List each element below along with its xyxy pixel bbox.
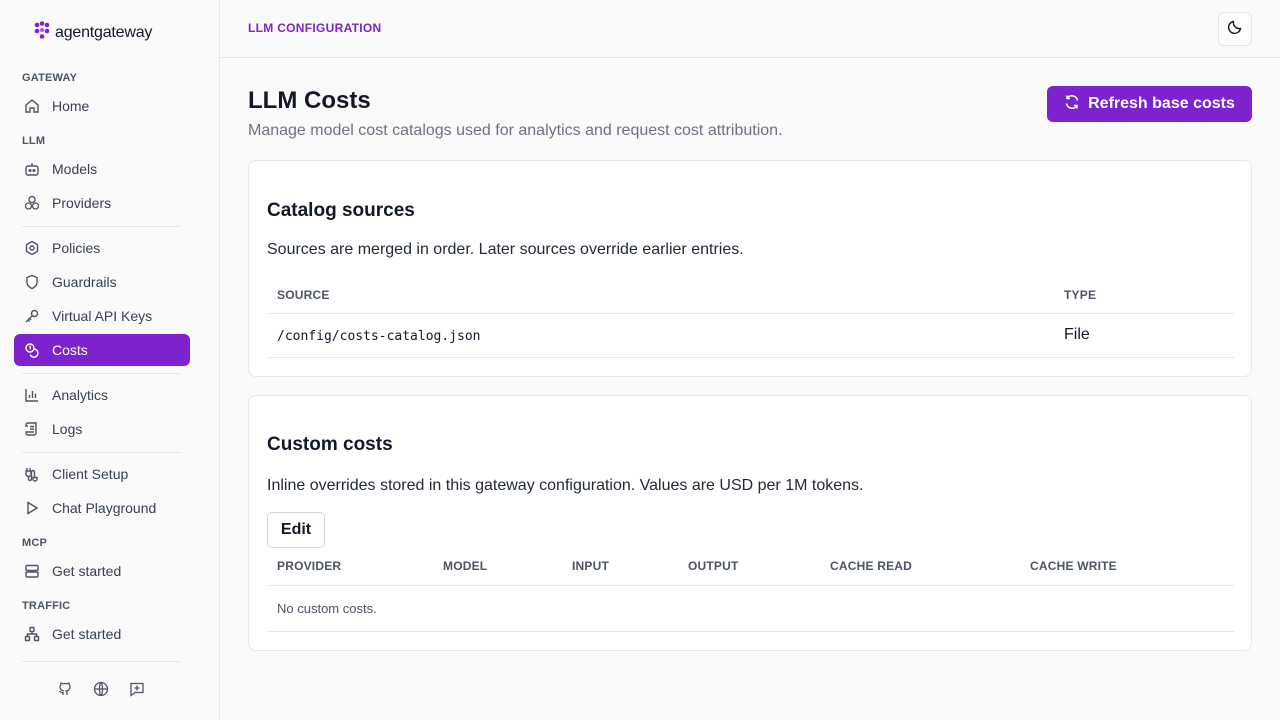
sidebar-item-client-setup[interactable]: Client Setup (14, 458, 190, 490)
server-icon (23, 562, 41, 580)
sidebar-item-label: Analytics (52, 387, 109, 403)
refresh-base-costs-button[interactable]: Refresh base costs (1047, 86, 1252, 122)
edit-button[interactable]: Edit (267, 512, 325, 548)
feedback-icon[interactable] (128, 680, 146, 698)
sidebar-item-label: Chat Playground (52, 500, 157, 516)
catalog-sources-title: Catalog sources (267, 200, 415, 221)
agentgateway-logo-icon (34, 21, 50, 44)
brand-logo[interactable]: agentgateway (34, 21, 152, 44)
column-header-model: MODEL (443, 559, 488, 573)
refresh-button-label: Refresh base costs (1088, 95, 1235, 112)
boxes-icon (23, 194, 41, 212)
source-type: File (1064, 326, 1090, 343)
sidebar-item-guardrails[interactable]: Guardrails (14, 266, 190, 298)
home-icon (23, 97, 41, 115)
theme-toggle-button[interactable] (1218, 12, 1252, 46)
top-bar: LLM CONFIGURATION (220, 0, 1280, 58)
section-label-gateway: GATEWAY (22, 72, 78, 84)
sidebar-item-label: Home (52, 98, 90, 114)
sidebar-divider (22, 452, 181, 453)
github-icon[interactable] (56, 680, 74, 698)
sidebar-divider (22, 661, 181, 662)
scroll-icon (23, 420, 41, 438)
empty-state-text: No custom costs. (277, 601, 377, 616)
sidebar-item-label: Providers (52, 195, 112, 211)
custom-costs-description: Inline overrides stored in this gateway … (267, 477, 864, 494)
table-divider (267, 631, 1234, 632)
sidebar-item-label: Logs (52, 421, 83, 437)
brand-name: agentgateway (55, 23, 153, 41)
sidebar-item-label: Guardrails (52, 274, 117, 290)
sidebar-item-label: Virtual API Keys (52, 308, 153, 324)
source-path: /config/costs-catalog.json (277, 329, 481, 344)
coins-icon (23, 341, 41, 359)
catalog-sources-description: Sources are merged in order. Later sourc… (267, 241, 744, 258)
cable-icon (23, 465, 41, 483)
policy-icon (23, 239, 41, 257)
custom-costs-card: Custom costs Inline overrides stored in … (248, 395, 1252, 651)
section-label-llm: LLM (22, 135, 46, 147)
key-icon (23, 307, 41, 325)
catalog-sources-card: Catalog sources Sources are merged in or… (248, 160, 1252, 377)
shield-icon (23, 273, 41, 291)
sidebar-item-chat-playground[interactable]: Chat Playground (14, 492, 190, 524)
custom-costs-title: Custom costs (267, 434, 393, 455)
page-title: LLM Costs (248, 87, 371, 114)
column-header-input: INPUT (572, 559, 609, 573)
sidebar-divider (22, 373, 181, 374)
sidebar-item-label: Policies (52, 240, 101, 256)
sidebar-item-analytics[interactable]: Analytics (14, 379, 190, 411)
sidebar-item-models[interactable]: Models (14, 153, 190, 185)
column-header-cache-write: CACHE WRITE (1030, 559, 1117, 573)
table-divider (267, 585, 1234, 586)
sidebar-item-logs[interactable]: Logs (14, 413, 190, 445)
sidebar-item-label: Get started (52, 563, 122, 579)
breadcrumb: LLM CONFIGURATION (248, 21, 382, 35)
sidebar-item-traffic-get-started[interactable]: Get started (14, 618, 190, 650)
refresh-icon (1064, 94, 1080, 115)
sidebar: agentgateway GATEWAY Home LLM Models Pro… (0, 0, 220, 720)
sidebar-divider (22, 226, 181, 227)
section-label-mcp: MCP (22, 537, 48, 549)
table-divider (267, 313, 1234, 314)
page-subtitle: Manage model cost catalogs used for anal… (248, 122, 783, 139)
bot-icon (23, 160, 41, 178)
column-header-type: TYPE (1064, 288, 1097, 302)
section-label-traffic: TRAFFIC (22, 600, 71, 612)
globe-icon[interactable] (92, 680, 110, 698)
moon-icon (1227, 19, 1243, 40)
sidebar-footer (56, 680, 146, 698)
sidebar-item-policies[interactable]: Policies (14, 232, 190, 264)
sidebar-item-costs[interactable]: Costs (14, 334, 190, 366)
sidebar-item-providers[interactable]: Providers (14, 187, 190, 219)
column-header-output: OUTPUT (688, 559, 739, 573)
table-divider (267, 357, 1234, 358)
sidebar-item-home[interactable]: Home (14, 90, 190, 122)
column-header-source: SOURCE (277, 288, 330, 302)
play-icon (23, 499, 41, 517)
column-header-provider: PROVIDER (277, 559, 342, 573)
sidebar-item-virtual-api-keys[interactable]: Virtual API Keys (14, 300, 190, 332)
column-header-cache-read: CACHE READ (830, 559, 913, 573)
sidebar-item-label: Models (52, 161, 98, 177)
network-icon (23, 625, 41, 643)
bar-chart-icon (23, 386, 41, 404)
sidebar-item-label: Get started (52, 626, 122, 642)
sidebar-item-mcp-get-started[interactable]: Get started (14, 555, 190, 587)
sidebar-item-label: Costs (52, 342, 88, 358)
sidebar-item-label: Client Setup (52, 466, 129, 482)
